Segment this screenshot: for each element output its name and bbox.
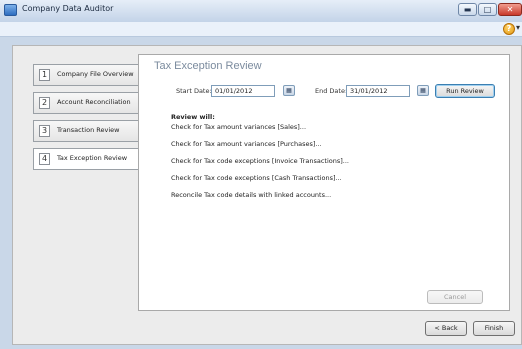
app-icon [4,4,17,16]
panel-title: Tax Exception Review [154,60,262,72]
toolbar: ? ▾ [0,22,522,37]
close-button[interactable]: ✕ [498,3,522,16]
list-item: Check for Tax code exceptions [Cash Tran… [171,174,342,182]
start-date-input[interactable]: 01/01/2012 [211,85,275,97]
step-tax-exception-review[interactable]: 4 Tax Exception Review [33,148,151,170]
window-title: Company Data Auditor [22,4,114,13]
step-label: Company File Overview [57,70,134,78]
run-review-button[interactable]: Run Review [435,84,495,98]
wizard-content: 1 Company File Overview 2 Account Reconc… [12,45,522,345]
step-number: 4 [39,153,50,165]
step-number: 1 [39,69,50,81]
step-label: Transaction Review [57,126,120,134]
step-number: 3 [39,125,50,137]
maximize-button[interactable]: □ [478,3,497,16]
step-number: 2 [39,97,50,109]
title-bar: Company Data Auditor ▬ □ ✕ [0,0,522,23]
back-button[interactable]: < Back [425,321,467,336]
calendar-icon[interactable]: ▦ [283,85,295,96]
list-item: Check for Tax amount variances [Purchase… [171,140,322,148]
calendar-icon[interactable]: ▦ [417,85,429,96]
minimize-button[interactable]: ▬ [458,3,477,16]
step-transaction-review[interactable]: 3 Transaction Review [33,120,144,142]
end-date-input[interactable]: 31/01/2012 [346,85,410,97]
step-account-reconciliation[interactable]: 2 Account Reconciliation [33,92,144,114]
end-date-label: End Date: [315,87,348,95]
chevron-down-icon[interactable]: ▾ [516,23,520,32]
list-item: Check for Tax amount variances [Sales]..… [171,123,307,131]
review-heading: Review will: [171,113,215,121]
step-company-file-overview[interactable]: 1 Company File Overview [33,64,144,86]
finish-button[interactable]: Finish [473,321,515,336]
help-icon[interactable]: ? [503,23,515,35]
review-panel: Tax Exception Review Start Date: 01/01/2… [138,54,510,311]
list-item: Reconcile Tax code details with linked a… [171,191,332,199]
step-label: Account Reconciliation [57,98,131,106]
cancel-button[interactable]: Cancel [427,290,483,304]
app-window: Company Data Auditor ▬ □ ✕ ? ▾ 1 Company… [0,0,522,349]
start-date-label: Start Date: [176,87,212,95]
step-label: Tax Exception Review [57,154,128,162]
list-item: Check for Tax code exceptions [Invoice T… [171,157,349,165]
